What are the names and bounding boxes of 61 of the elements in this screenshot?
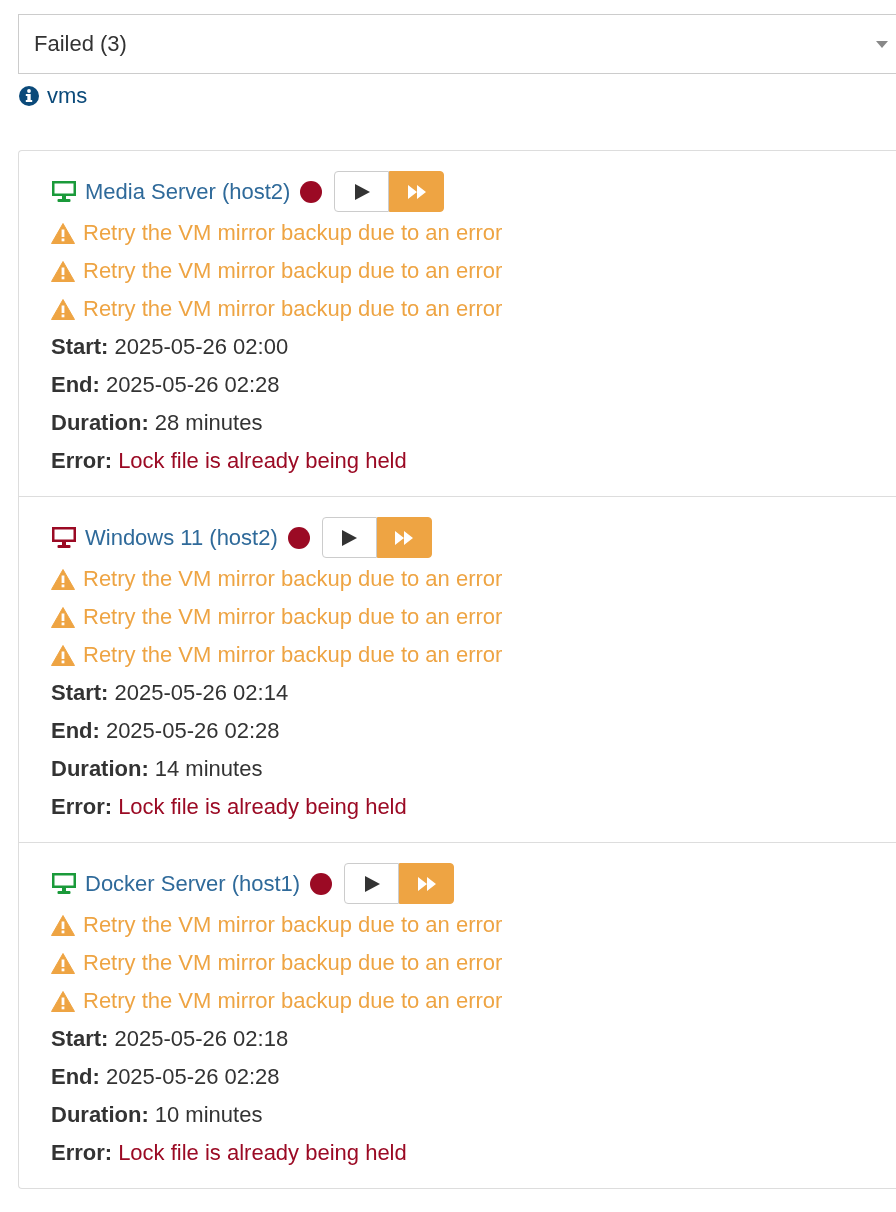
play-icon xyxy=(362,874,381,893)
field-label: End: xyxy=(51,1064,100,1090)
filter-dropdown[interactable]: Failed (3) xyxy=(18,14,896,74)
warning-message: Retry the VM mirror backup due to an error xyxy=(83,950,503,976)
vm-name-link[interactable]: Docker Server (host1) xyxy=(85,870,301,897)
status-dot xyxy=(287,526,310,549)
warning-icon xyxy=(51,298,75,320)
info-icon xyxy=(18,85,40,107)
field-label: Duration: xyxy=(51,1102,149,1128)
field-value: 2025-05-26 02:28 xyxy=(105,1064,280,1090)
warning-message: Retry the VM mirror backup due to an error xyxy=(83,258,503,284)
field-value: Lock file is already being held xyxy=(118,448,407,474)
vms-link[interactable]: vms xyxy=(47,83,88,109)
warning-icon xyxy=(51,644,75,666)
warning-icon xyxy=(51,260,75,282)
warning-message: Retry the VM mirror backup due to an error xyxy=(83,296,503,322)
field-label: Error: xyxy=(51,1140,113,1166)
field-value: Lock file is already being held xyxy=(118,1140,407,1166)
caret-icon xyxy=(876,40,888,48)
warning-message: Retry the VM mirror backup due to an error xyxy=(83,642,503,668)
field-label: Start: xyxy=(51,680,109,706)
vm-name-link[interactable]: Windows 11 (host2) xyxy=(85,524,278,551)
warning-message: Retry the VM mirror backup due to an error xyxy=(83,912,503,938)
warning-icon xyxy=(51,568,75,590)
field-value: 2025-05-26 02:14 xyxy=(114,680,289,706)
field-value: 2025-05-26 02:00 xyxy=(114,334,289,360)
field-value: 10 minutes xyxy=(154,1102,263,1128)
warning-message: Retry the VM mirror backup due to an error xyxy=(83,566,503,592)
play-icon xyxy=(340,528,359,547)
field-label: End: xyxy=(51,718,100,744)
play-button[interactable] xyxy=(344,863,400,904)
field-label: Duration: xyxy=(51,756,149,782)
fast-forward-icon xyxy=(416,875,437,892)
field-label: Start: xyxy=(51,334,109,360)
warning-icon xyxy=(51,914,75,936)
warning-icon xyxy=(51,990,75,1012)
warning-message: Retry the VM mirror backup due to an error xyxy=(83,220,503,246)
play-button[interactable] xyxy=(334,171,390,212)
play-icon xyxy=(352,182,371,201)
fast-forward-icon xyxy=(406,183,427,200)
field-value: 2025-05-26 02:18 xyxy=(114,1026,289,1052)
warning-message: Retry the VM mirror backup due to an error xyxy=(83,988,503,1014)
status-dot xyxy=(300,180,323,203)
field-label: Duration: xyxy=(51,410,149,436)
play-button[interactable] xyxy=(321,517,377,558)
warning-message: Retry the VM mirror backup due to an error xyxy=(83,604,503,630)
field-label: Error: xyxy=(51,448,113,474)
field-label: End: xyxy=(51,372,100,398)
field-value: 2025-05-26 02:28 xyxy=(105,718,280,744)
field-value: Lock file is already being held xyxy=(118,794,407,820)
warning-icon xyxy=(51,952,75,974)
warning-icon xyxy=(51,606,75,628)
vm-name-link[interactable]: Media Server (host2) xyxy=(85,178,291,205)
warning-icon xyxy=(51,222,75,244)
field-value: 2025-05-26 02:28 xyxy=(105,372,280,398)
field-value: 14 minutes xyxy=(154,756,263,782)
field-label: Error: xyxy=(51,794,113,820)
field-value: 28 minutes xyxy=(154,410,263,436)
status-dot xyxy=(310,872,333,895)
fast-forward-icon xyxy=(394,529,415,546)
field-label: Start: xyxy=(51,1026,109,1052)
